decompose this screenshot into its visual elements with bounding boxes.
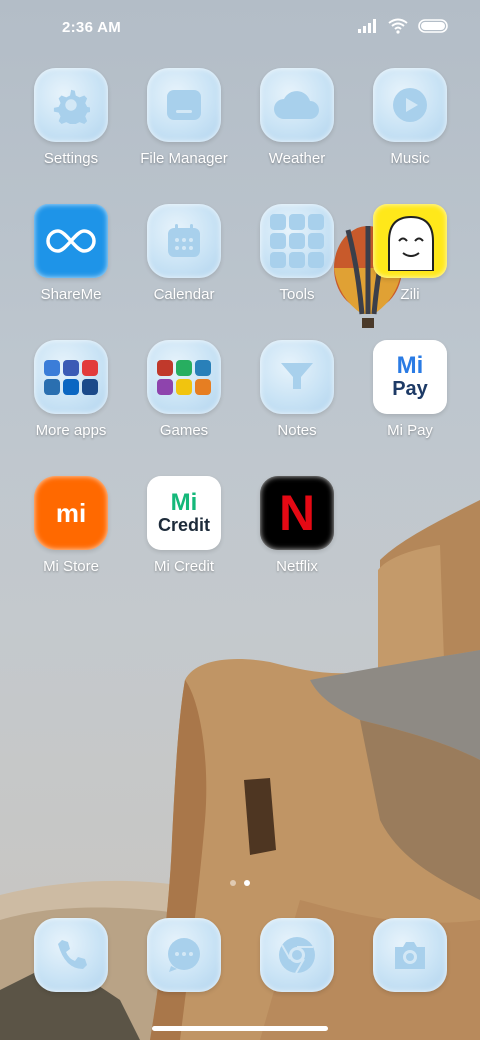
camera-icon	[373, 918, 447, 992]
dock-messages[interactable]	[129, 918, 239, 992]
app-settings[interactable]: Settings	[16, 68, 126, 167]
zili-face-icon	[373, 204, 447, 278]
status-icons	[358, 18, 450, 34]
app-games[interactable]: Games	[129, 340, 239, 439]
app-music[interactable]: Music	[355, 68, 465, 167]
message-icon	[147, 918, 221, 992]
signal-icon	[358, 19, 376, 33]
dock-browser[interactable]	[242, 918, 352, 992]
games-folder-icon	[147, 340, 221, 414]
phone-icon	[34, 918, 108, 992]
chrome-icon	[260, 918, 334, 992]
dock-camera[interactable]	[355, 918, 465, 992]
mi-logo-icon: mi	[34, 476, 108, 550]
wifi-icon	[388, 18, 408, 34]
page-indicator	[0, 880, 480, 886]
battery-icon	[418, 19, 448, 33]
mi-pay-icon: Mi Pay	[373, 340, 447, 414]
notes-icon	[260, 340, 334, 414]
app-notes[interactable]: Notes	[242, 340, 352, 439]
app-shareme[interactable]: ShareMe	[16, 204, 126, 303]
mi-credit-icon: Mi Credit	[147, 476, 221, 550]
app-mi-credit[interactable]: Mi Credit Mi Credit	[129, 476, 239, 575]
netflix-icon: N	[260, 476, 334, 550]
home-indicator[interactable]	[152, 1026, 328, 1031]
status-time: 2:36 AM	[62, 19, 122, 36]
page-dot-1[interactable]	[230, 880, 236, 886]
infinity-icon	[34, 204, 108, 278]
app-weather[interactable]: Weather	[242, 68, 352, 167]
page-dot-2[interactable]	[244, 880, 250, 886]
app-mi-pay[interactable]: Mi Pay Mi Pay	[355, 340, 465, 439]
app-calendar[interactable]: Calendar	[129, 204, 239, 303]
dock-phone[interactable]	[16, 918, 126, 992]
status-bar: 2:36 AM	[0, 0, 480, 56]
app-mi-store[interactable]: mi Mi Store	[16, 476, 126, 575]
folder-icon	[147, 68, 221, 142]
tools-folder-icon	[260, 204, 334, 278]
app-zili[interactable]: Zili	[355, 204, 465, 303]
apps-folder-icon	[34, 340, 108, 414]
app-netflix[interactable]: N Netflix	[242, 476, 352, 575]
app-file-manager[interactable]: File Manager	[129, 68, 239, 167]
play-icon	[373, 68, 447, 142]
gear-icon	[34, 68, 108, 142]
calendar-icon	[147, 204, 221, 278]
cloud-icon	[260, 68, 334, 142]
app-tools[interactable]: Tools	[242, 204, 352, 303]
app-more-apps[interactable]: More apps	[16, 340, 126, 439]
